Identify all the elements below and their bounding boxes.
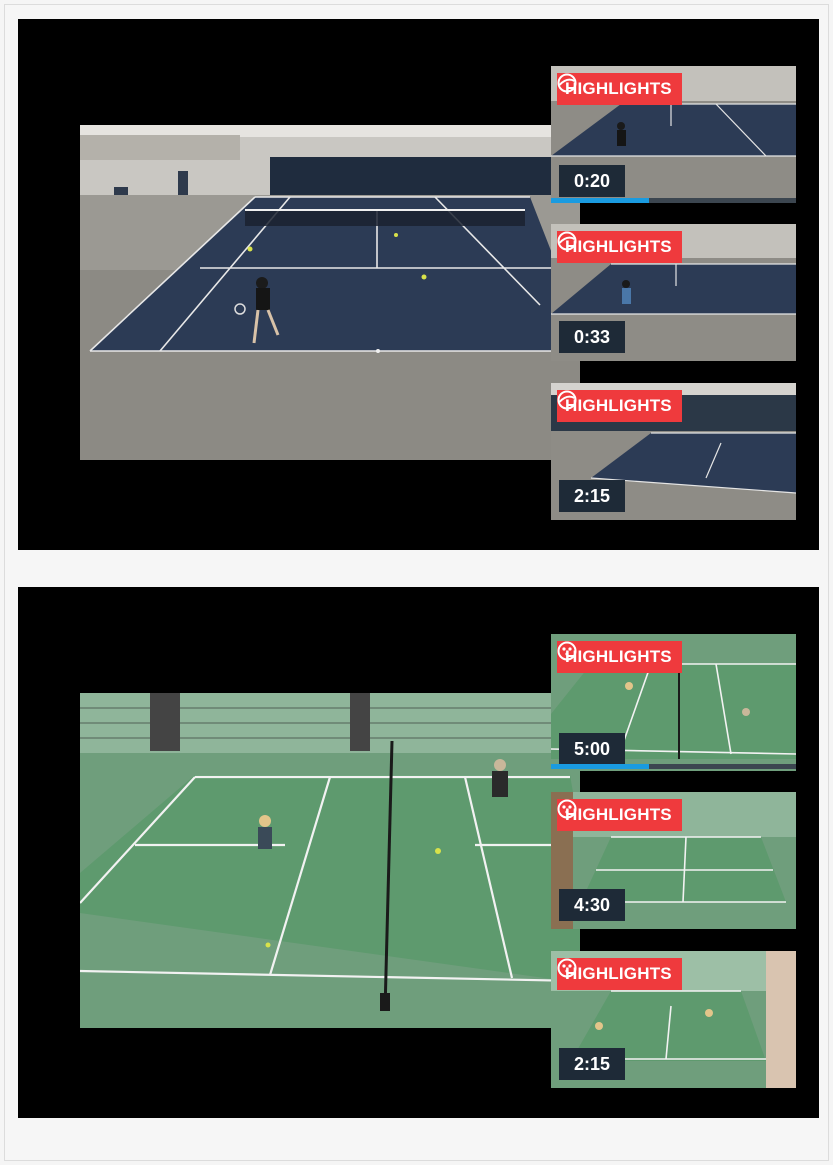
duration-badge: 0:33 — [559, 321, 625, 353]
tennis-ball-icon — [557, 73, 577, 93]
highlights-badge: HIGHLIGHTS — [557, 231, 682, 263]
tennis-court-scene — [80, 125, 580, 460]
highlights-label: HIGHLIGHTS — [565, 805, 672, 824]
highlights-badge: HIGHLIGHTS — [557, 958, 682, 990]
highlights-label: HIGHLIGHTS — [565, 396, 672, 415]
duration-badge: 0:20 — [559, 165, 625, 197]
highlights-badge: HIGHLIGHTS — [557, 641, 682, 673]
tennis-highlight-thumbnail[interactable]: HIGHLIGHTS 0:33 — [551, 224, 796, 361]
duration-badge: 4:30 — [559, 889, 625, 921]
tennis-main-video[interactable] — [80, 125, 580, 460]
tennis-ball-icon — [557, 231, 577, 251]
playback-progress-fill — [551, 764, 649, 769]
duration-badge: 2:15 — [559, 480, 625, 512]
highlights-badge: HIGHLIGHTS — [557, 73, 682, 105]
pickleball-highlight-thumbnail[interactable]: HIGHLIGHTS 5:00 — [551, 634, 796, 771]
highlights-badge: HIGHLIGHTS — [557, 799, 682, 831]
pickleball-icon — [557, 958, 577, 978]
pickleball-highlight-thumbnail[interactable]: HIGHLIGHTS 4:30 — [551, 792, 796, 929]
playback-progress-bar[interactable] — [551, 198, 796, 203]
pickleball-video-panel: HIGHLIGHTS 5:00 HIGHLIGHTS 4:30 HIGHLIGH… — [18, 587, 819, 1118]
tennis-highlight-thumbnail[interactable]: HIGHLIGHTS 2:15 — [551, 383, 796, 520]
pickleball-main-video[interactable] — [80, 693, 580, 1028]
playback-progress-fill — [551, 198, 649, 203]
tennis-ball-icon — [557, 390, 577, 410]
highlights-label: HIGHLIGHTS — [565, 647, 672, 666]
pickleball-icon — [557, 799, 577, 819]
pickleball-court-scene — [80, 693, 580, 1028]
tennis-video-panel: HIGHLIGHTS 0:20 HIGHLIGHTS 0:33 HIGHLIGH… — [18, 19, 819, 550]
highlights-label: HIGHLIGHTS — [565, 237, 672, 256]
tennis-highlight-thumbnail[interactable]: HIGHLIGHTS 0:20 — [551, 66, 796, 203]
duration-badge: 2:15 — [559, 1048, 625, 1080]
highlights-label: HIGHLIGHTS — [565, 79, 672, 98]
playback-progress-bar[interactable] — [551, 764, 796, 769]
pickleball-icon — [557, 641, 577, 661]
duration-badge: 5:00 — [559, 733, 625, 765]
highlights-label: HIGHLIGHTS — [565, 964, 672, 983]
highlights-badge: HIGHLIGHTS — [557, 390, 682, 422]
pickleball-highlight-thumbnail[interactable]: HIGHLIGHTS 2:15 — [551, 951, 796, 1088]
